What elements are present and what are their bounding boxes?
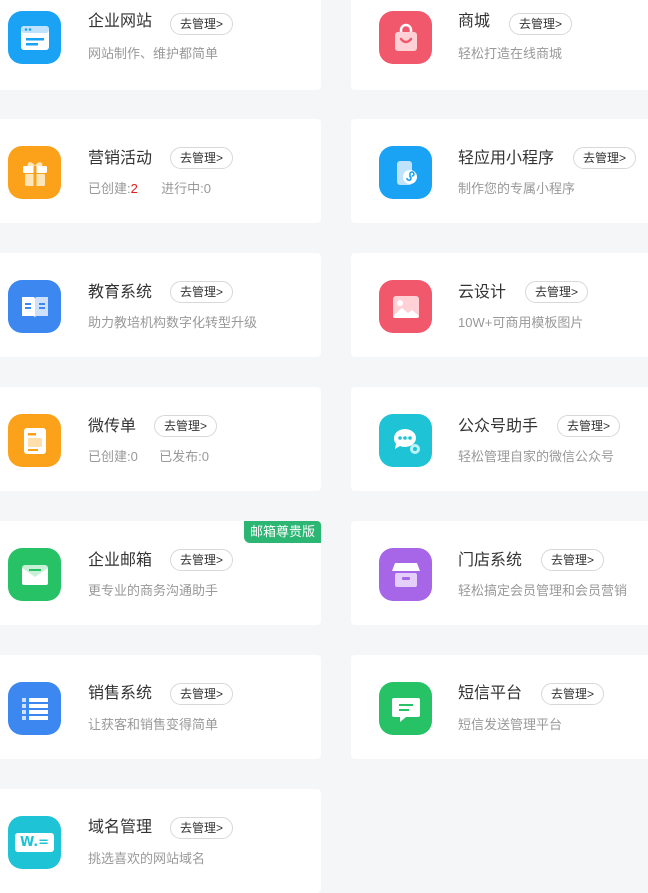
image-icon — [379, 280, 432, 333]
card-description: 短信发送管理平台 — [458, 717, 563, 732]
card-description: 更专业的商务沟通助手 — [88, 583, 219, 598]
card-enterprise-website[interactable]: 企业网站 去管理> 网站制作、维护都简单 — [0, 0, 321, 90]
book-icon — [8, 280, 61, 333]
manage-button[interactable]: 去管理> — [541, 549, 605, 571]
card-description: 轻松打造在线商城 — [458, 46, 563, 61]
domain-icon-text: W.= — [14, 833, 55, 852]
message-icon — [379, 682, 432, 735]
card-education[interactable]: 教育系统 去管理> 助力教培机构数字化转型升级 — [0, 253, 321, 357]
manage-button[interactable]: 去管理> — [509, 13, 573, 35]
card-stats: 已创建:2 进行中:0 — [88, 180, 211, 198]
created-count: 2 — [130, 181, 138, 196]
card-domain-management[interactable]: W.= 域名管理 去管理> 挑选喜欢的网站域名 — [0, 789, 321, 893]
created-count: 0 — [130, 449, 138, 464]
premium-mail-badge: 邮箱尊贵版 — [243, 521, 321, 543]
card-title: 云设计 — [458, 284, 507, 301]
card-description: 助力教培机构数字化转型升级 — [88, 315, 258, 330]
card-title: 企业邮箱 — [88, 552, 153, 569]
card-store-system[interactable]: 门店系统 去管理> 轻松搞定会员管理和会员营销 — [351, 521, 648, 625]
card-description: 轻松搞定会员管理和会员营销 — [458, 583, 628, 598]
manage-button[interactable]: 去管理> — [170, 817, 234, 839]
card-mini-program[interactable]: 轻应用小程序 去管理> 制作您的专属小程序 — [351, 119, 648, 223]
published-label: 已发布: — [159, 449, 202, 464]
card-mall[interactable]: 商城 去管理> 轻松打造在线商城 — [351, 0, 648, 90]
shopping-bag-icon — [379, 11, 432, 64]
running-label: 进行中: — [161, 181, 204, 196]
card-title: 商城 — [458, 13, 491, 30]
card-official-account[interactable]: 公众号助手 去管理> 轻松管理自家的微信公众号 — [351, 387, 648, 491]
manage-button[interactable]: 去管理> — [525, 281, 589, 303]
manage-button[interactable]: 去管理> — [170, 683, 234, 705]
manage-button[interactable]: 去管理> — [170, 281, 234, 303]
card-description: 轻松管理自家的微信公众号 — [458, 449, 615, 464]
card-title: 营销活动 — [88, 150, 153, 167]
website-icon — [8, 11, 61, 64]
card-description: 网站制作、维护都简单 — [88, 46, 219, 61]
card-title: 门店系统 — [458, 552, 523, 569]
card-stats: 已创建:0 已发布:0 — [88, 448, 209, 466]
domain-icon: W.= — [8, 816, 61, 869]
manage-button[interactable]: 去管理> — [154, 415, 218, 437]
store-icon — [379, 548, 432, 601]
card-marketing[interactable]: 营销活动 去管理> 已创建:2 进行中:0 — [0, 119, 321, 223]
running-count: 0 — [203, 181, 211, 196]
card-sms-platform[interactable]: 短信平台 去管理> 短信发送管理平台 — [351, 655, 648, 759]
card-title: 域名管理 — [88, 819, 153, 836]
card-title: 公众号助手 — [458, 418, 539, 435]
card-description: 10W+可商用模板图片 — [458, 315, 584, 330]
manage-button[interactable]: 去管理> — [557, 415, 621, 437]
manage-button[interactable]: 去管理> — [541, 683, 605, 705]
manage-button[interactable]: 去管理> — [170, 147, 234, 169]
card-flyer[interactable]: 微传单 去管理> 已创建:0 已发布:0 — [0, 387, 321, 491]
card-title: 教育系统 — [88, 284, 153, 301]
mini-program-icon — [379, 146, 432, 199]
gift-icon — [8, 146, 61, 199]
manage-button[interactable]: 去管理> — [573, 147, 637, 169]
flyer-icon — [8, 414, 61, 467]
published-count: 0 — [201, 449, 209, 464]
chat-bubble-icon — [379, 414, 432, 467]
mail-icon — [8, 548, 61, 601]
card-title: 企业网站 — [88, 13, 153, 30]
card-enterprise-mail[interactable]: 邮箱尊贵版 企业邮箱 去管理> 更专业的商务沟通助手 — [0, 521, 321, 625]
card-sales-system[interactable]: 销售系统 去管理> 让获客和销售变得简单 — [0, 655, 321, 759]
card-description: 制作您的专属小程序 — [458, 181, 576, 196]
list-icon — [8, 682, 61, 735]
card-title: 短信平台 — [458, 685, 523, 702]
manage-button[interactable]: 去管理> — [170, 13, 234, 35]
created-label: 已创建: — [88, 181, 131, 196]
card-cloud-design[interactable]: 云设计 去管理> 10W+可商用模板图片 — [351, 253, 648, 357]
card-description: 让获客和销售变得简单 — [88, 717, 219, 732]
created-label: 已创建: — [88, 449, 131, 464]
card-title: 销售系统 — [88, 685, 153, 702]
card-description: 挑选喜欢的网站域名 — [88, 851, 206, 866]
card-title: 轻应用小程序 — [458, 150, 555, 167]
card-title: 微传单 — [88, 418, 137, 435]
manage-button[interactable]: 去管理> — [170, 549, 234, 571]
